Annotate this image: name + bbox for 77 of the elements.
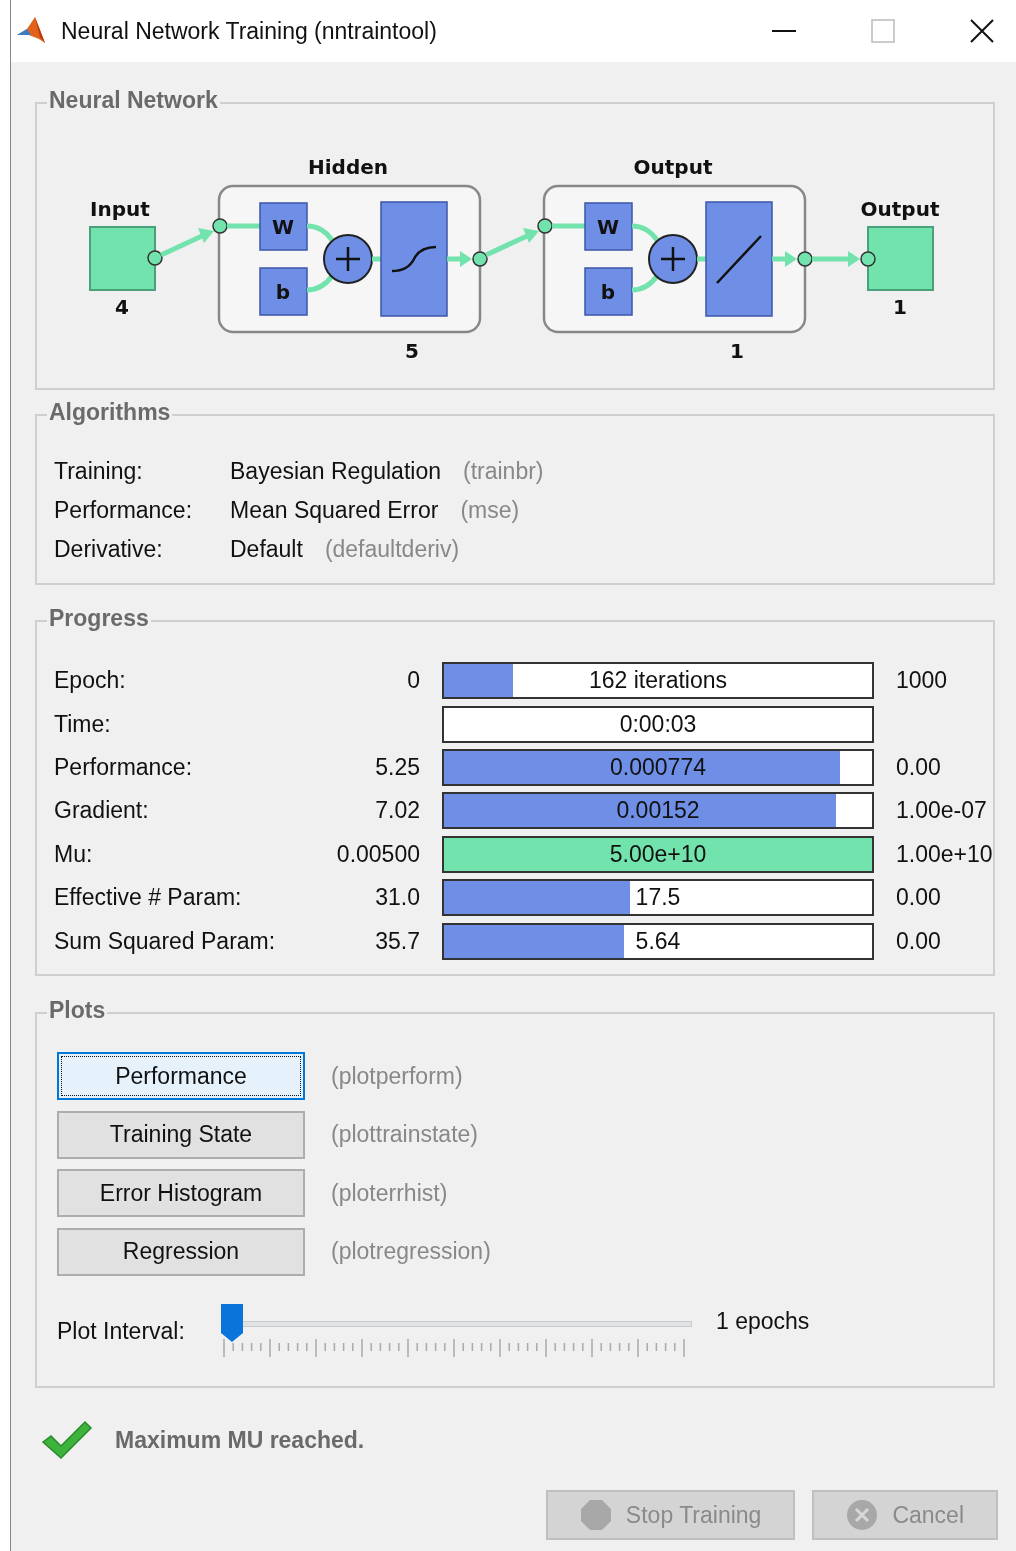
plot-button[interactable]: Regression <box>57 1227 305 1276</box>
slider-value: 1 epochs <box>716 1307 810 1335</box>
field-label: Performance: <box>54 753 194 781</box>
window-title: Neural Network Training (nntraintool) <box>61 17 437 45</box>
connector-arrow <box>484 228 539 258</box>
start-value: 31.0 <box>375 884 420 911</box>
sum-icon <box>323 234 373 284</box>
progress-value: 5.00e+10 <box>609 840 707 868</box>
field-label: Mu: <box>54 840 94 868</box>
target-value: 1.00e-07 <box>896 797 987 824</box>
function-name: (mse) <box>460 497 520 524</box>
start-value: 5.25 <box>375 753 420 780</box>
bias-block: b <box>259 267 308 316</box>
close-icon[interactable] <box>970 19 994 43</box>
field-label: Time: <box>54 710 112 738</box>
target-value: 0.00 <box>896 884 941 911</box>
size-label: 4 <box>115 295 129 319</box>
bias-line <box>306 274 334 293</box>
input-line <box>212 218 260 234</box>
slider-thumb[interactable] <box>220 1302 244 1343</box>
input-node <box>89 226 156 291</box>
field-label: Effective # Param: <box>54 884 243 912</box>
layer-label: Output <box>633 155 713 179</box>
sum-icon <box>648 234 698 284</box>
field-label: Epoch: <box>54 667 127 695</box>
weight-block: W <box>584 202 633 251</box>
start-value: 0.00500 <box>336 840 420 867</box>
progress-value: 0.000774 <box>610 753 706 781</box>
start-value: 7.02 <box>375 797 420 824</box>
field-value: Default <box>230 536 303 563</box>
field-label: Gradient: <box>54 797 150 825</box>
field-label: Performance: <box>54 497 194 524</box>
stop-icon <box>579 1499 612 1531</box>
size-label: 1 <box>730 339 744 363</box>
cancel-icon <box>846 1499 879 1531</box>
field-label: Derivative: <box>54 536 164 563</box>
connector-arrow <box>812 251 860 267</box>
node-label: Output <box>860 197 940 221</box>
field-value: Mean Squared Error <box>230 497 439 524</box>
start-value: 0 <box>407 667 420 694</box>
start-value: 35.7 <box>375 927 420 954</box>
weight-line <box>631 223 659 242</box>
function-name: (plottrainstate) <box>331 1121 478 1149</box>
input-line <box>537 218 585 234</box>
field-label: Training: <box>54 458 144 485</box>
function-name: (defaultderiv) <box>324 536 460 563</box>
progress-value: 162 iterations <box>588 667 728 695</box>
progress-value: 0.00152 <box>616 797 700 825</box>
target-value: 1.00e+10 <box>896 840 993 867</box>
progress-value: 5.64 <box>635 927 681 955</box>
plot-button[interactable]: Training State <box>57 1110 305 1159</box>
output-arrow <box>447 251 488 267</box>
plot-button[interactable]: Error Histogram <box>57 1169 305 1218</box>
status-message: Maximum MU reached. <box>115 1426 365 1454</box>
function-name: (trainbr) <box>463 458 544 485</box>
bias-block: b <box>584 267 633 316</box>
progress-value: 17.5 <box>635 884 681 912</box>
node-label: Input <box>90 197 150 221</box>
panel-title: Algorithms <box>47 399 173 426</box>
target-value: 1000 <box>896 667 948 694</box>
function-name: (plotperform) <box>331 1062 463 1090</box>
field-label: Plot Interval: <box>57 1317 186 1345</box>
field-value: Bayesian Regulation <box>230 458 441 485</box>
size-label: 1 <box>893 295 907 319</box>
field-label: Sum Squared Param: <box>54 927 277 955</box>
function-name: (ploterrhist) <box>331 1179 448 1207</box>
output-arrow <box>772 251 813 267</box>
target-value: 0.00 <box>896 753 941 780</box>
bias-line <box>631 274 659 293</box>
function-name: (plotregression) <box>331 1238 491 1266</box>
size-label: 5 <box>405 339 419 363</box>
layer-label: Hidden <box>308 155 388 179</box>
weight-line <box>306 223 334 242</box>
connector-arrow <box>147 228 214 266</box>
target-value: 0.00 <box>896 927 941 954</box>
plot-button[interactable]: Performance <box>57 1052 305 1100</box>
weight-block: W <box>259 202 308 251</box>
